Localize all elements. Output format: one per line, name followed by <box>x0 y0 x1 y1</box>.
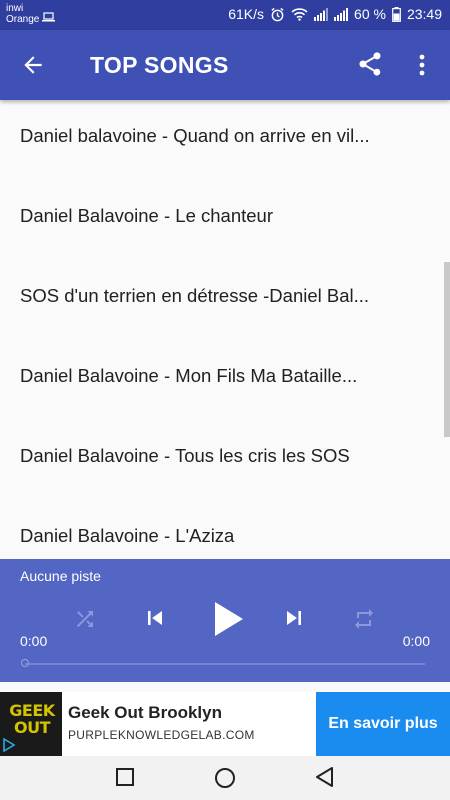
ad-url: PURPLEKNOWLEDGELAB.COM <box>68 728 255 742</box>
scrollbar[interactable] <box>444 262 450 437</box>
ad-logo-text: GEEK OUT <box>9 701 55 737</box>
seek-bar[interactable] <box>25 663 425 665</box>
song-list: Daniel balavoine - Quand on arrive en vi… <box>0 100 450 559</box>
more-vert-icon[interactable] <box>412 52 432 78</box>
track-name: Aucune piste <box>20 568 101 584</box>
ad-logo[interactable]: GEEK OUT <box>0 692 62 756</box>
page-title: TOP SONGS <box>90 52 229 78</box>
song-title: Daniel balavoine - Quand on arrive en vi… <box>20 125 370 146</box>
next-icon[interactable] <box>280 604 308 637</box>
song-title: Daniel Balavoine - L'Aziza <box>20 525 235 546</box>
back-arrow-icon[interactable] <box>20 52 50 78</box>
list-item[interactable]: Daniel Balavoine - L'Aziza <box>0 500 450 559</box>
battery-level: 60 % <box>354 6 386 22</box>
list-item[interactable]: Daniel Balavoine - Le chanteur <box>0 180 450 260</box>
ad-title: Geek Out Brooklyn <box>68 703 222 722</box>
music-player: Aucune piste 0:00 0:00 <box>0 559 450 682</box>
song-title: Daniel Balavoine - Tous les cris les SOS <box>20 445 350 466</box>
song-title: SOS d'un terrien en détresse -Daniel Bal… <box>20 285 370 306</box>
share-icon[interactable] <box>356 50 384 78</box>
recents-icon[interactable] <box>114 766 136 793</box>
home-icon[interactable] <box>213 766 237 795</box>
shuffle-icon[interactable] <box>73 607 97 636</box>
repeat-icon[interactable] <box>352 607 376 636</box>
play-icon[interactable] <box>208 599 246 644</box>
signal-icon <box>314 7 329 21</box>
adchoices-icon[interactable] <box>2 737 16 757</box>
carrier-1: inwi <box>6 3 24 14</box>
song-title: Daniel Balavoine - Mon Fils Ma Bataille.… <box>20 365 358 386</box>
signal-icon-2 <box>334 7 349 21</box>
song-title: Daniel Balavoine - Le chanteur <box>20 205 273 226</box>
carrier-info: inwi Orange <box>6 3 39 25</box>
wifi-icon <box>291 7 308 21</box>
carrier-2: Orange <box>6 14 40 25</box>
status-bar: inwi Orange 61K/s 60 % 23:49 <box>0 0 450 30</box>
back-icon[interactable] <box>314 766 336 793</box>
duration-time: 0:00 <box>402 633 430 649</box>
battery-icon <box>392 6 401 22</box>
list-item[interactable]: Daniel Balavoine - Mon Fils Ma Bataille.… <box>0 340 450 420</box>
clock: 23:49 <box>406 6 442 22</box>
network-speed: 61K/s <box>228 6 265 22</box>
previous-icon[interactable] <box>141 604 169 637</box>
ad-cta-button[interactable]: En savoir plus <box>316 692 450 756</box>
ad-banner[interactable]: GEEK OUT Geek Out Brooklyn PURPLEKNOWLED… <box>0 692 450 756</box>
list-item[interactable]: SOS d'un terrien en détresse -Daniel Bal… <box>0 260 450 340</box>
app-bar: TOP SONGS <box>0 30 450 100</box>
alarm-icon <box>270 7 285 22</box>
elapsed-time: 0:00 <box>20 633 48 649</box>
list-item[interactable]: Daniel balavoine - Quand on arrive en vi… <box>0 100 450 180</box>
list-item[interactable]: Daniel Balavoine - Tous les cris les SOS <box>0 420 450 500</box>
laptop-icon <box>42 9 55 27</box>
seek-thumb[interactable] <box>21 659 29 667</box>
navigation-bar <box>0 756 450 800</box>
